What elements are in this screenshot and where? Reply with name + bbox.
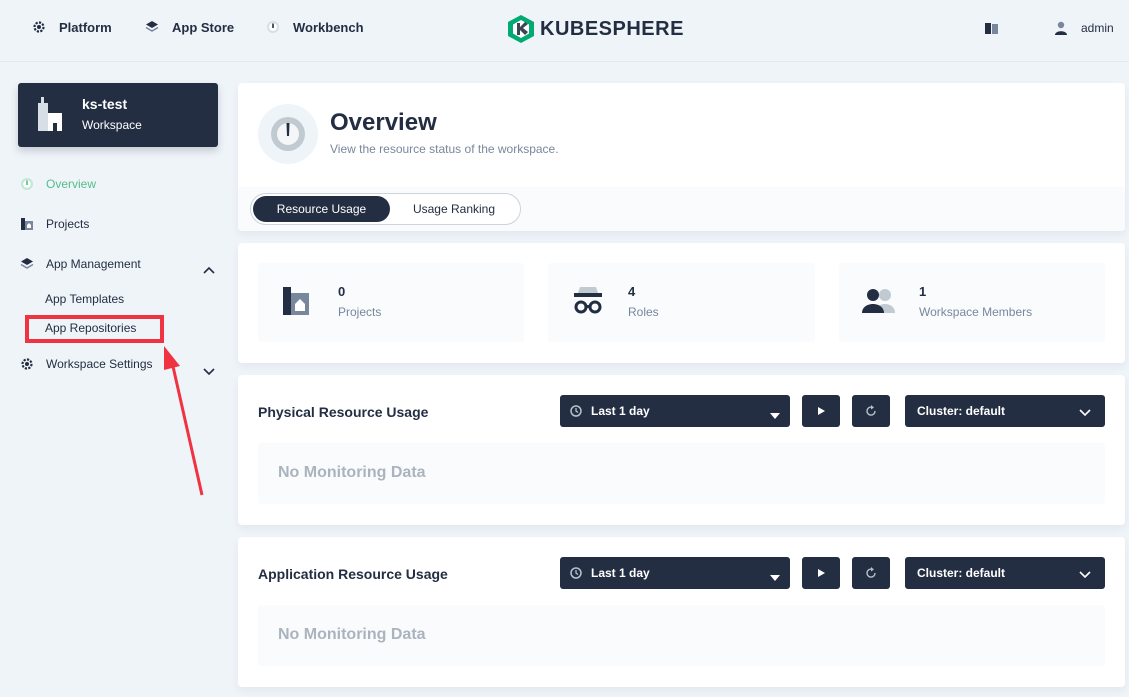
section-title: Physical Resource Usage — [258, 404, 429, 420]
cluster-select[interactable]: Cluster: default — [905, 557, 1105, 589]
sidebar-item-label: Workspace Settings — [46, 357, 153, 371]
sidebar-item-label: Overview — [46, 177, 97, 191]
sidebar-item-workspace-settings[interactable]: Workspace Settings — [20, 357, 153, 371]
appstore-menu[interactable]: App Store — [144, 19, 234, 35]
play-icon — [818, 407, 825, 415]
tab-bar: Resource Usage Usage Ranking — [238, 187, 1125, 231]
empty-text: No Monitoring Data — [278, 464, 426, 481]
platform-menu[interactable]: Platform — [31, 19, 112, 35]
clock-icon — [570, 405, 582, 417]
sidebar-item-label: App Management — [46, 257, 141, 271]
stat-value: 4 — [628, 284, 636, 299]
caret-down-icon — [770, 570, 780, 584]
user-menu[interactable]: admin — [1055, 21, 1114, 35]
tab-usage-ranking[interactable]: Usage Ranking — [390, 196, 518, 222]
user-icon — [1055, 21, 1067, 35]
time-range-select[interactable]: Last 1 day — [560, 395, 790, 427]
cluster-value: Cluster: default — [917, 404, 1006, 418]
user-name: admin — [1081, 21, 1114, 35]
stat-label: Projects — [338, 305, 382, 319]
refresh-button[interactable] — [852, 557, 890, 589]
stat-card-projects[interactable]: 0 Projects — [258, 263, 524, 342]
gear-icon — [20, 357, 34, 371]
refresh-icon — [866, 567, 876, 578]
empty-text: No Monitoring Data — [278, 626, 426, 643]
appstore-label: App Store — [172, 19, 235, 35]
kubesphere-logo-icon — [508, 15, 534, 43]
stat-card-roles[interactable]: 4 Roles — [548, 263, 815, 342]
kubesphere-logo[interactable]: KUBESPHERE — [508, 15, 684, 43]
appcenter-icon — [20, 257, 34, 271]
sidebar-item-projects[interactable]: Projects — [20, 217, 89, 231]
stat-label: Workspace Members — [919, 305, 1033, 319]
workspace-icon — [36, 97, 64, 138]
chevron-down-icon — [1079, 406, 1091, 420]
stat-value: 1 — [919, 284, 927, 299]
role-icon — [570, 285, 606, 322]
refresh-button[interactable] — [852, 395, 890, 427]
tab-resource-usage[interactable]: Resource Usage — [253, 196, 390, 222]
overview-header-panel: Overview View the resource status of the… — [238, 83, 1125, 231]
play-button[interactable] — [802, 395, 840, 427]
platform-label: Platform — [59, 19, 112, 35]
project-icon — [20, 217, 34, 231]
page-title: Overview — [330, 109, 437, 136]
workspace-type: Workspace — [82, 118, 142, 132]
workbench-label: Workbench — [293, 19, 364, 35]
cluster-select[interactable]: Cluster: default — [905, 395, 1105, 427]
stat-value: 0 — [338, 284, 346, 299]
workbench-menu[interactable]: Workbench — [265, 19, 364, 35]
members-icon — [861, 285, 897, 322]
refresh-icon — [866, 405, 876, 416]
workspace-card[interactable]: ks-test Workspace — [18, 83, 218, 147]
documentation-icon[interactable] — [985, 22, 999, 40]
stat-label: Roles — [628, 305, 659, 319]
top-navbar: Platform App Store Workbench KUBESPHERE … — [0, 0, 1129, 62]
physical-resource-panel: Physical Resource Usage Last 1 day Clust… — [238, 375, 1125, 525]
workspace-name: ks-test — [82, 96, 128, 112]
clock-icon — [570, 567, 582, 579]
chevron-down-icon — [1079, 568, 1091, 582]
time-range-select[interactable]: Last 1 day — [560, 557, 790, 589]
empty-state: No Monitoring Data — [258, 605, 1105, 666]
dashboard-icon — [258, 104, 318, 164]
appstore-icon — [144, 19, 160, 35]
stat-card-members[interactable]: 1 Workspace Members — [839, 263, 1105, 342]
sidebar-item-overview[interactable]: Overview — [20, 177, 96, 191]
resource-stats-panel: 0 Projects 4 Roles 1 Workspace Members — [238, 243, 1125, 363]
dashboard-icon — [265, 19, 281, 35]
highlight-box — [25, 315, 164, 343]
annotation-arrow — [164, 346, 204, 496]
sidebar-item-app-management[interactable]: App Management — [20, 257, 141, 271]
gear-icon — [31, 19, 47, 35]
play-icon — [818, 569, 825, 577]
sidebar-item-label: Projects — [46, 217, 90, 231]
time-range-value: Last 1 day — [591, 404, 650, 418]
time-range-value: Last 1 day — [591, 566, 650, 580]
application-resource-panel: Application Resource Usage Last 1 day Cl… — [238, 537, 1125, 687]
play-button[interactable] — [802, 557, 840, 589]
section-title: Application Resource Usage — [258, 566, 448, 582]
brand-name: KUBESPHERE — [540, 17, 684, 40]
sidebar-subitem-app-templates[interactable]: App Templates — [45, 292, 124, 306]
dashboard-icon — [20, 177, 34, 191]
page-description: View the resource status of the workspac… — [330, 142, 559, 156]
chevron-up-icon[interactable] — [203, 261, 215, 279]
tab-group: Resource Usage Usage Ranking — [250, 193, 521, 225]
cluster-value: Cluster: default — [917, 566, 1006, 580]
project-icon — [280, 285, 312, 322]
empty-state: No Monitoring Data — [258, 443, 1105, 504]
caret-down-icon — [770, 408, 780, 422]
